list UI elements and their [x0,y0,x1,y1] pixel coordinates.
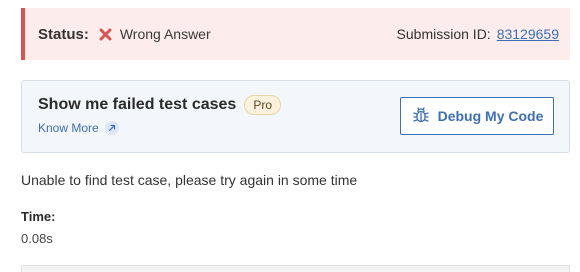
debug-my-code-label: Debug My Code [437,108,544,124]
failed-test-cases-heading: Show me failed test cases [38,96,237,113]
submission-result-page: Status: Wrong Answer Submission ID: 8312… [0,0,580,272]
failed-test-cases-card: Show me failed test cases Pro Know More [21,80,570,153]
bug-icon [411,106,431,126]
output-panel [21,265,570,272]
submission-id-label: Submission ID: [396,26,491,42]
know-more-label: Know More [38,121,99,135]
submission-info: Submission ID: 83129659 [397,26,559,42]
status-banner: Status: Wrong Answer Submission ID: 8312… [21,8,570,60]
submission-id-link[interactable]: 83129659 [497,26,559,42]
pro-badge: Pro [244,95,281,115]
status-result-text: Wrong Answer [119,26,211,42]
unable-to-find-message: Unable to find test case, please try aga… [21,172,358,188]
time-value: 0.08s [21,231,53,246]
arrow-up-right-icon [104,121,119,135]
status-left: Status: Wrong Answer [38,26,211,43]
status-label: Status: [38,25,89,43]
failed-test-cases-title: Show me failed test cases Pro [38,95,281,115]
time-label: Time: [21,209,56,224]
debug-my-code-button[interactable]: Debug My Code [400,97,554,135]
x-icon [99,27,113,41]
know-more-link[interactable]: Know More [38,121,119,135]
